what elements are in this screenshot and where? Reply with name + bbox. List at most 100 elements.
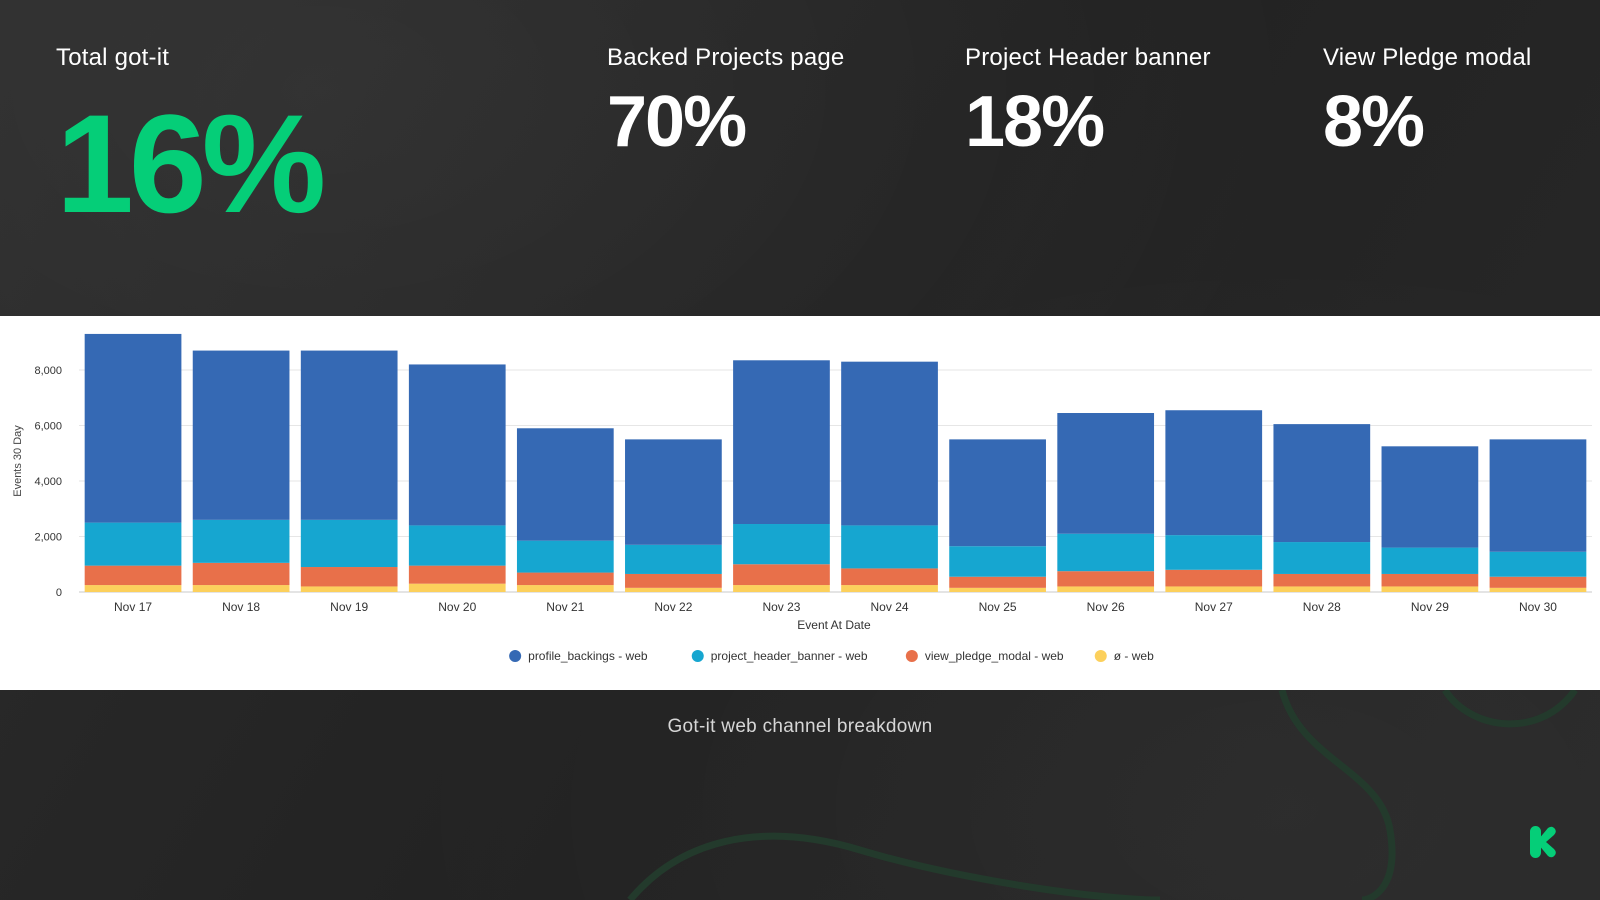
chart-caption: Got-it web channel breakdown [667, 716, 933, 737]
legend-swatch [1094, 650, 1107, 662]
bar-segment[interactable] [300, 586, 398, 592]
bar-segment[interactable] [1057, 413, 1155, 534]
legend-item[interactable]: view_pledge_modal - web [905, 649, 1064, 663]
legend-swatch [905, 650, 918, 662]
x-axis-title: Event At Date [797, 618, 871, 632]
bar-segment[interactable] [949, 587, 1046, 592]
bar-segment[interactable] [516, 585, 614, 592]
bar-segment[interactable] [1489, 551, 1587, 577]
stat-header-label: Project Header banner [965, 44, 1211, 71]
bar-segment[interactable] [408, 583, 506, 592]
bar-segment[interactable] [1273, 586, 1371, 592]
bar-segment[interactable] [408, 565, 506, 584]
legend-item[interactable]: ø - web [1094, 649, 1154, 663]
bar-segment[interactable] [84, 522, 182, 566]
bar-segment[interactable] [192, 562, 290, 586]
legend-label: profile_backings - web [528, 649, 648, 663]
x-tick-label: Nov 24 [871, 600, 909, 614]
bar-segment[interactable] [841, 361, 938, 526]
y-tick-label: 8,000 [34, 365, 62, 377]
bar-segment[interactable] [84, 333, 182, 523]
bar-segment[interactable] [1273, 424, 1371, 543]
y-tick-label: 4,000 [34, 476, 62, 488]
bar-segment[interactable] [949, 439, 1046, 547]
bar-segment[interactable] [1165, 569, 1263, 587]
stat-total-value: 16% [56, 85, 326, 242]
bar-segment[interactable] [733, 564, 830, 586]
bar-segment[interactable] [192, 585, 290, 592]
x-tick-label: Nov 27 [1195, 600, 1233, 614]
bar-segment[interactable] [625, 573, 722, 588]
bar-segment[interactable] [1273, 573, 1371, 587]
bar-segment[interactable] [408, 525, 506, 566]
stat-project-header-banner: Project Header banner 18% [965, 44, 1211, 158]
bar-segment[interactable] [733, 360, 830, 525]
bar-segment[interactable] [1489, 576, 1587, 588]
y-axis-title: Events 30 Day [12, 425, 24, 497]
bar-segment[interactable] [1489, 587, 1587, 592]
y-tick-label: 6,000 [34, 421, 62, 433]
bar-segment[interactable] [300, 350, 398, 520]
stat-backed-label: Backed Projects page [607, 44, 845, 71]
bar-segment[interactable] [733, 585, 830, 592]
bar-segment[interactable] [949, 546, 1046, 577]
bar-segment[interactable] [192, 519, 290, 563]
bar-segment[interactable] [192, 350, 290, 520]
stat-total-got-it: Total got-it 16% [56, 44, 326, 242]
x-tick-label: Nov 26 [1087, 600, 1125, 614]
bar-segment[interactable] [841, 525, 938, 569]
bar-segment[interactable] [1489, 439, 1587, 552]
y-tick-label: 0 [56, 587, 62, 599]
bar-segment[interactable] [1057, 571, 1155, 587]
legend-swatch [691, 650, 704, 662]
legend-label: project_header_banner - web [711, 649, 868, 663]
bar-segment[interactable] [949, 576, 1046, 588]
bar-segment[interactable] [300, 519, 398, 568]
bar-segment[interactable] [625, 544, 722, 574]
bar-segment[interactable] [841, 585, 938, 592]
bar-segment[interactable] [516, 428, 614, 541]
kickstarter-logo-icon [1530, 826, 1556, 858]
bar-segment[interactable] [625, 587, 722, 592]
bar-segment[interactable] [841, 568, 938, 586]
y-axis-ticks: 0 2,000 4,000 6,000 8,000 [34, 365, 62, 599]
chart-legend: profile_backings - web project_header_ban… [509, 649, 1154, 663]
x-tick-label: Nov 25 [979, 600, 1017, 614]
bar-segment[interactable] [1165, 410, 1263, 536]
bar-segment[interactable] [1165, 535, 1263, 570]
bar-segment[interactable] [1381, 446, 1479, 548]
bar-segment[interactable] [1057, 533, 1155, 572]
bar-segment[interactable] [516, 540, 614, 573]
bar-segment[interactable] [300, 567, 398, 587]
bar-segment[interactable] [1057, 586, 1155, 592]
bar-segment[interactable] [1381, 547, 1479, 574]
x-tick-label: Nov 22 [654, 600, 692, 614]
bar-segment[interactable] [408, 364, 506, 526]
x-axis-ticks: Nov 17 Nov 18 Nov 19 Nov 20 Nov 21 Nov 22 Nov … [114, 600, 1557, 614]
bar-segment[interactable] [84, 565, 182, 586]
stat-backed-projects: Backed Projects page 70% [607, 44, 844, 158]
bars [84, 333, 1587, 592]
bar-segment[interactable] [1381, 586, 1479, 592]
chart-panel: 0 2,000 4,000 6,000 8,000 Nov 17 Nov 18 Nov 19… [0, 316, 1600, 690]
legend-item[interactable]: profile_backings - web [509, 649, 648, 663]
bar-segment[interactable] [733, 524, 830, 565]
stat-view-pledge-modal: View Pledge modal 8% [1323, 44, 1531, 158]
legend-item[interactable]: project_header_banner - web [691, 649, 868, 663]
bar-segment[interactable] [1165, 586, 1263, 592]
decor-curve-lower [627, 832, 1161, 900]
x-tick-label: Nov 20 [438, 600, 476, 614]
stat-total-label: Total got-it [56, 44, 170, 71]
bar-segment[interactable] [625, 439, 722, 545]
x-tick-label: Nov 23 [762, 600, 800, 614]
stat-pledge-value: 8% [1323, 82, 1425, 162]
bar-segment[interactable] [1273, 542, 1371, 574]
stat-header-value: 18% [965, 82, 1105, 162]
stacked-bar-chart: 0 2,000 4,000 6,000 8,000 Nov 17 Nov 18 Nov 19… [12, 333, 1592, 663]
x-tick-label: Nov 30 [1519, 600, 1557, 614]
bar-segment[interactable] [516, 572, 614, 586]
stat-pledge-label: View Pledge modal [1323, 44, 1532, 71]
x-tick-label: Nov 28 [1303, 600, 1341, 614]
bar-segment[interactable] [84, 585, 182, 592]
bar-segment[interactable] [1381, 573, 1479, 587]
